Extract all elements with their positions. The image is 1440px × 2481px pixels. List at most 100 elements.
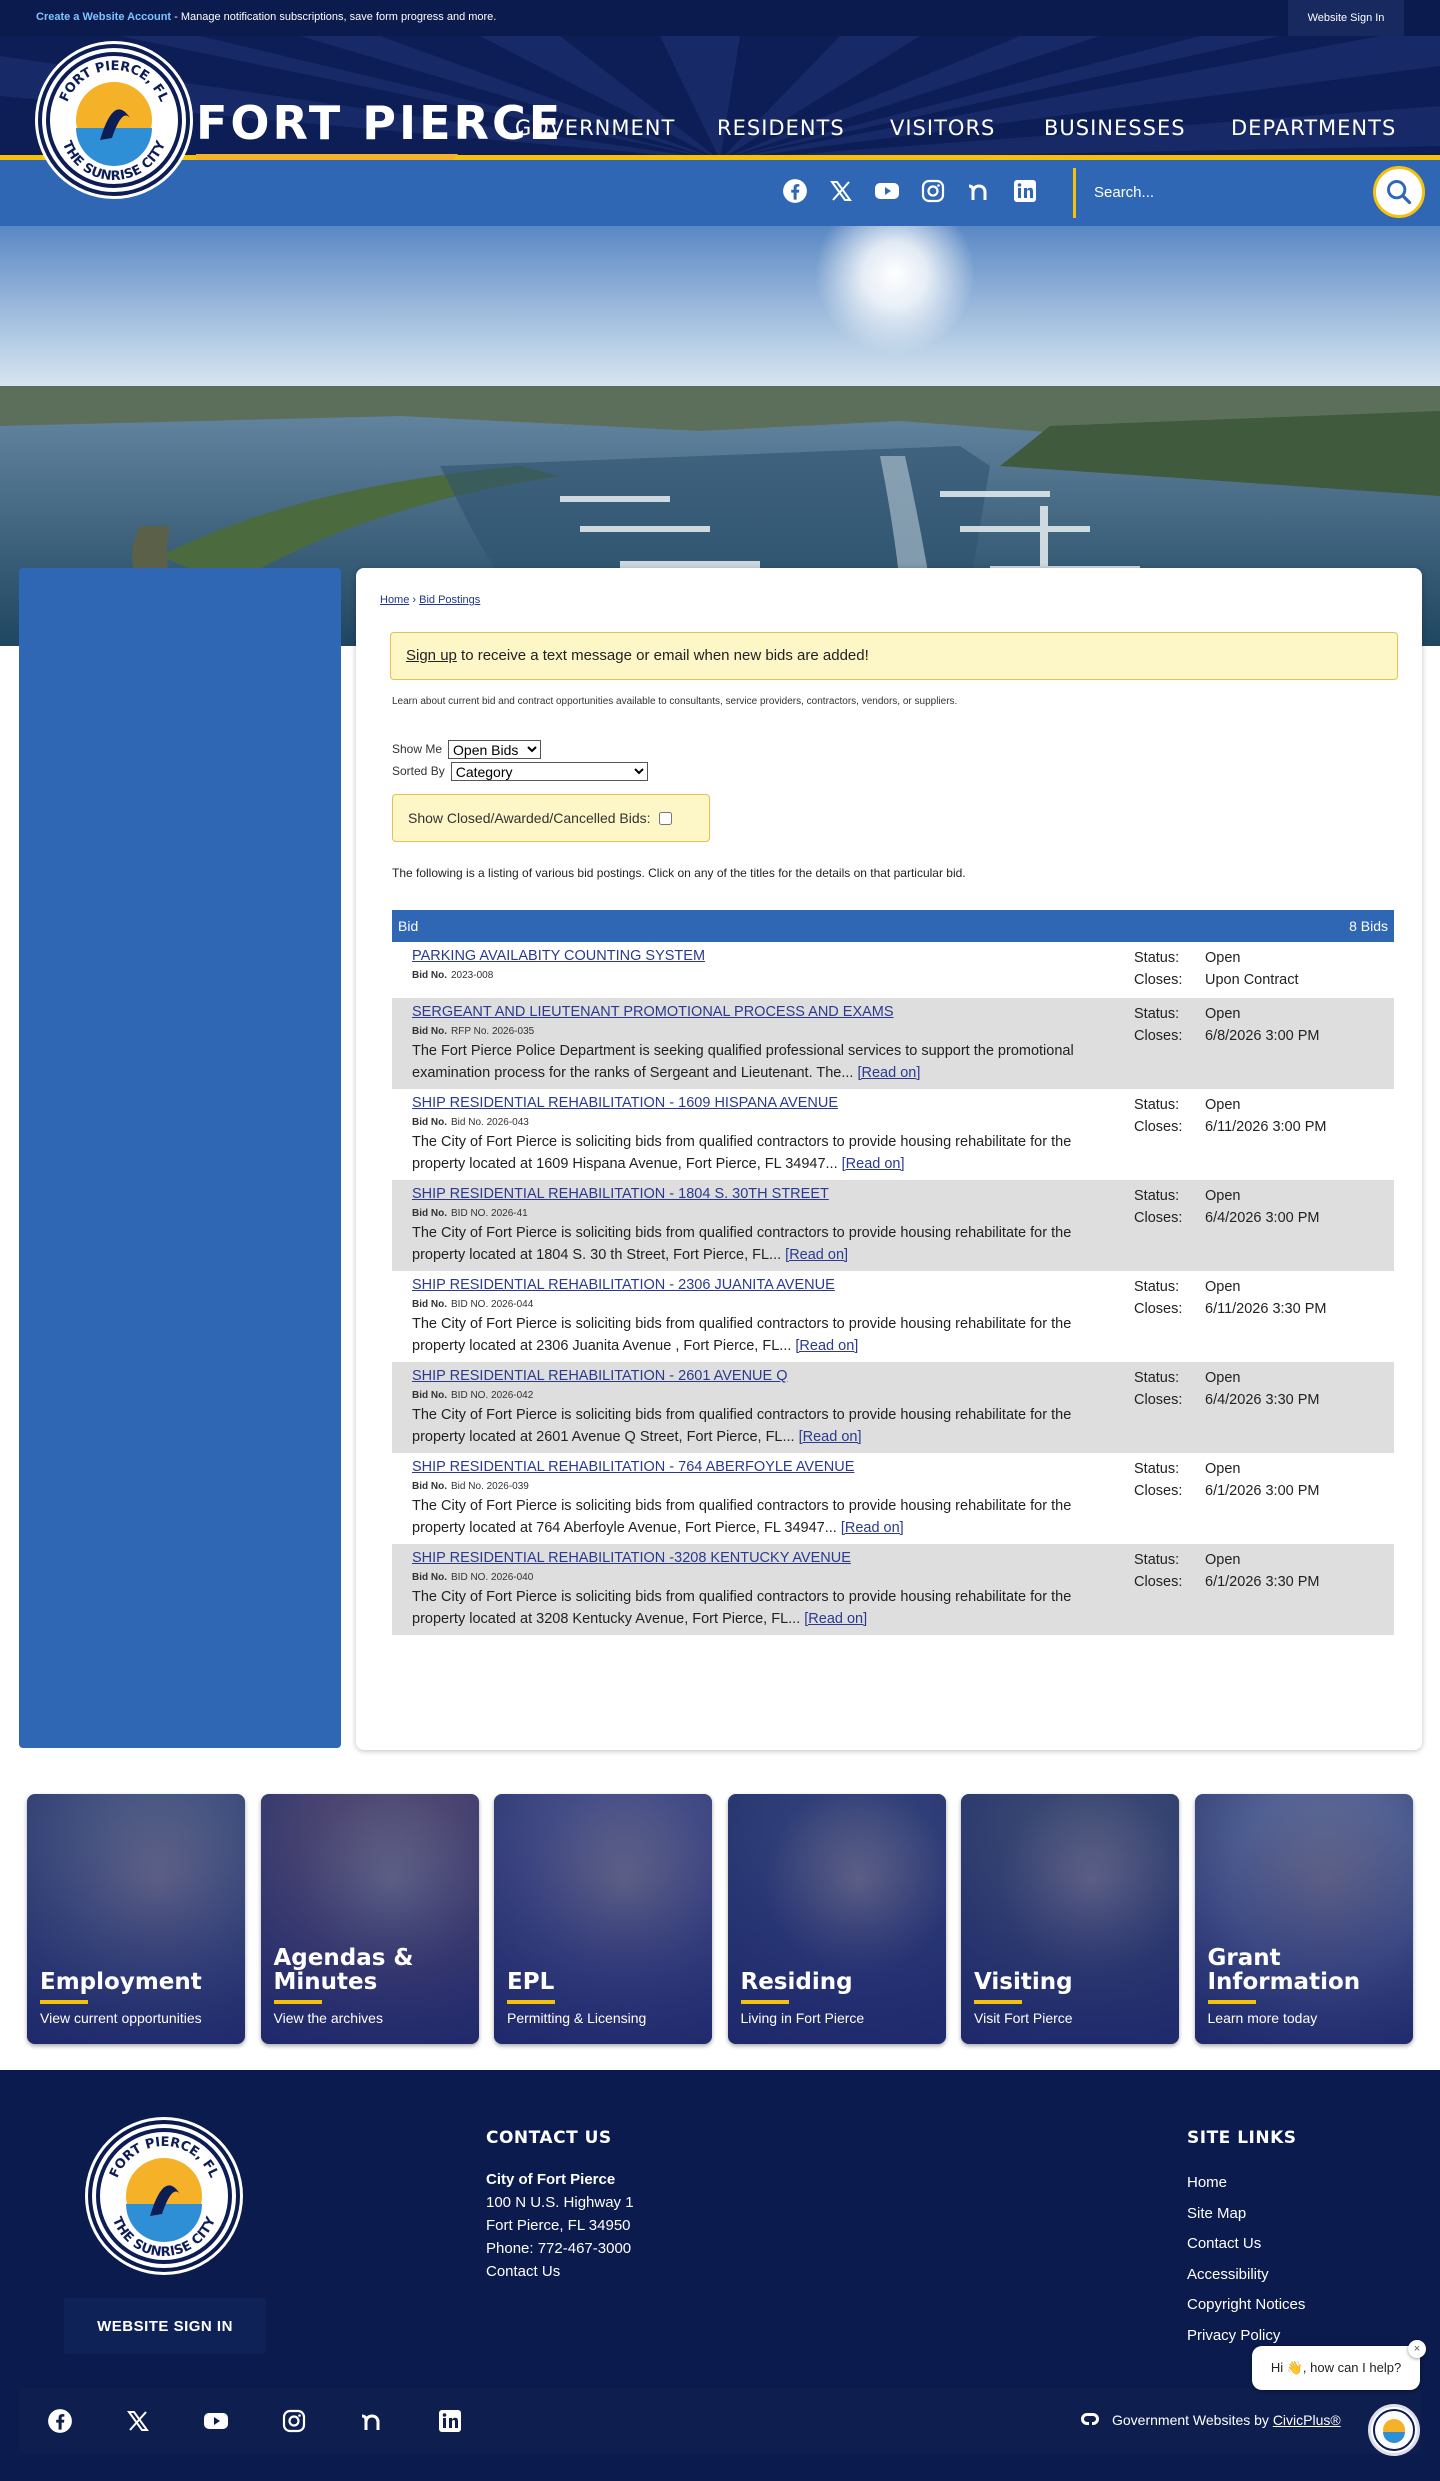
chat-bubble[interactable]: Hi 👋, how can I help? (1252, 2346, 1420, 2390)
status-value: Open (1205, 1188, 1241, 1204)
quick-link-tile[interactable]: Employment View current opportunities (27, 1794, 245, 2044)
quick-link-tile[interactable]: Agendas & Minutes View the archives (260, 1794, 479, 2044)
closes-label: Closes: (1134, 1210, 1183, 1226)
footer-linkedin-icon[interactable] (435, 2406, 465, 2436)
contact-city: Fort Pierce, FL 34950 (486, 2217, 631, 2234)
nav-government[interactable]: GOVERNMENT (515, 116, 675, 140)
footer-city-seal[interactable]: FORT PIERCE, FL THE SUNRISE CITY (88, 2120, 240, 2272)
bid-no-value: BID NO. 2026-41 (451, 1208, 528, 1219)
site-links-heading: SITE LINKS (1187, 2128, 1297, 2148)
breadcrumb: Home › Bid Postings (380, 594, 480, 606)
bid-description: The City of Fort Pierce is soliciting bi… (412, 1313, 1112, 1357)
show-closed-checkbox[interactable] (658, 811, 672, 825)
bid-row: SERGEANT AND LIEUTENANT PROMOTIONAL PROC… (392, 998, 1394, 1089)
nextdoor-icon[interactable] (964, 176, 994, 206)
listing-description: The following is a listing of various bi… (392, 866, 966, 880)
closes-value: 6/11/2026 3:30 PM (1205, 1301, 1327, 1317)
tile-subtitle: View current opportunities (40, 2010, 202, 2026)
bid-status-block: Status: Open Closes: 6/11/2026 3:00 PM (1134, 1094, 1326, 1138)
read-on-link[interactable]: [Read on] (785, 1247, 848, 1263)
tile-accent-bar (40, 2000, 88, 2004)
quick-link-tile[interactable]: Residing Living in Fort Pierce (727, 1794, 946, 2044)
status-value: Open (1205, 950, 1241, 966)
bid-row: SHIP RESIDENTIAL REHABILITATION - 2601 A… (392, 1362, 1394, 1453)
quick-link-tile[interactable]: Visiting Visit Fort Pierce (961, 1794, 1179, 2044)
bid-no-value: 2023-008 (451, 970, 494, 981)
x-icon[interactable] (826, 176, 856, 206)
bid-description-text: The City of Fort Pierce is soliciting bi… (412, 1498, 1072, 1536)
government-websites-credit: Government Websites by CivicPlus® (1112, 2412, 1341, 2428)
contact-heading: CONTACT US (486, 2128, 612, 2148)
site-link-site-map[interactable]: Site Map (1187, 2199, 1305, 2230)
bid-no-value: BID NO. 2026-040 (451, 1572, 534, 1583)
search-input[interactable]: Search... (1094, 184, 1154, 201)
signup-link[interactable]: Sign up (406, 647, 457, 664)
bid-description: The City of Fort Pierce is soliciting bi… (412, 1404, 1112, 1448)
tile-accent-bar (740, 2000, 789, 2004)
tile-overlay (260, 1794, 479, 2044)
breadcrumb-current[interactable]: Bid Postings (419, 594, 480, 606)
tile-overlay (27, 1794, 245, 2044)
closes-label: Closes: (1134, 972, 1183, 988)
linkedin-icon[interactable] (1010, 176, 1040, 206)
contact-phone[interactable]: Phone: 772-467-3000 (486, 2237, 634, 2260)
youtube-icon[interactable] (872, 176, 902, 206)
read-on-link[interactable]: [Read on] (857, 1065, 920, 1081)
footer-youtube-icon[interactable] (201, 2406, 231, 2436)
footer-sign-in-button[interactable]: WEBSITE SIGN IN (64, 2298, 266, 2354)
left-sidebar (19, 568, 341, 1748)
status-label: Status: (1134, 950, 1180, 966)
nav-businesses[interactable]: BUSINESSES (1044, 116, 1186, 140)
city-seal-logo[interactable]: FORT PIERCE, FL THE SUNRISE CITY (38, 44, 190, 196)
search-button[interactable] (1373, 166, 1425, 218)
bid-description: The City of Fort Pierce is soliciting bi… (412, 1222, 1112, 1266)
footer-instagram-icon[interactable] (279, 2406, 309, 2436)
quick-link-tile[interactable]: Grant Information Learn more today (1194, 1794, 1413, 2044)
breadcrumb-home[interactable]: Home (380, 594, 409, 606)
bid-status-block: Status: Open Closes: 6/1/2026 3:30 PM (1134, 1549, 1319, 1593)
status-label: Status: (1134, 1188, 1180, 1204)
bid-description: The City of Fort Pierce is soliciting bi… (412, 1586, 1112, 1630)
nav-departments[interactable]: DEPARTMENTS (1231, 116, 1396, 140)
footer-facebook-icon[interactable] (45, 2406, 75, 2436)
bid-description-text: The City of Fort Pierce is soliciting bi… (412, 1134, 1072, 1172)
bid-description: The City of Fort Pierce is soliciting bi… (412, 1131, 1112, 1175)
status-value: Open (1205, 1370, 1241, 1386)
contact-address: 100 N U.S. Highway 1 (486, 2194, 634, 2211)
footer-seal-icon: FORT PIERCE, FL THE SUNRISE CITY (96, 2128, 232, 2264)
quick-link-tiles: Employment View current opportunities Agen… (0, 1770, 1440, 2070)
bid-no-label: Bid No. (412, 1390, 447, 1401)
closes-value: Upon Contract (1205, 972, 1299, 988)
civicplus-link[interactable]: CivicPlus® (1273, 2412, 1341, 2428)
quick-link-tile[interactable]: EPL Permitting & Licensing (494, 1794, 712, 2044)
contact-link[interactable]: Contact Us (486, 2260, 634, 2283)
sorted-by-select[interactable]: Category (450, 761, 648, 781)
instagram-icon[interactable] (918, 176, 948, 206)
closes-value: 6/1/2026 3:00 PM (1205, 1483, 1320, 1499)
create-account-link[interactable]: Create a Website Account (36, 11, 171, 23)
nav-visitors[interactable]: VISITORS (890, 116, 995, 140)
site-link-accessibility[interactable]: Accessibility (1187, 2260, 1305, 2291)
show-me-select[interactable]: Open Bids (448, 739, 542, 759)
site-link-home[interactable]: Home (1187, 2168, 1305, 2199)
bid-no-label: Bid No. (412, 1299, 447, 1310)
closes-label: Closes: (1134, 1119, 1183, 1135)
read-on-link[interactable]: [Read on] (795, 1338, 858, 1354)
site-link-contact[interactable]: Contact Us (1187, 2229, 1305, 2260)
nav-residents[interactable]: RESIDENTS (717, 116, 845, 140)
tile-title: Agendas & Minutes (273, 1945, 414, 1995)
site-link-copyright[interactable]: Copyright Notices (1187, 2290, 1305, 2321)
status-label: Status: (1134, 1370, 1180, 1386)
website-sign-in-button[interactable]: Website Sign In (1288, 0, 1404, 36)
facebook-icon[interactable] (780, 176, 810, 206)
bid-no-label: Bid No. (412, 1481, 447, 1492)
read-on-link[interactable]: [Read on] (841, 1520, 904, 1536)
chat-close-button[interactable]: × (1408, 2340, 1426, 2358)
chat-avatar-icon[interactable] (1368, 2404, 1420, 2456)
read-on-link[interactable]: [Read on] (842, 1156, 905, 1172)
read-on-link[interactable]: [Read on] (804, 1611, 867, 1627)
footer-x-icon[interactable] (123, 2406, 153, 2436)
read-on-link[interactable]: [Read on] (799, 1429, 862, 1445)
tile-accent-bar (273, 2000, 322, 2004)
footer-nextdoor-icon[interactable] (357, 2406, 387, 2436)
